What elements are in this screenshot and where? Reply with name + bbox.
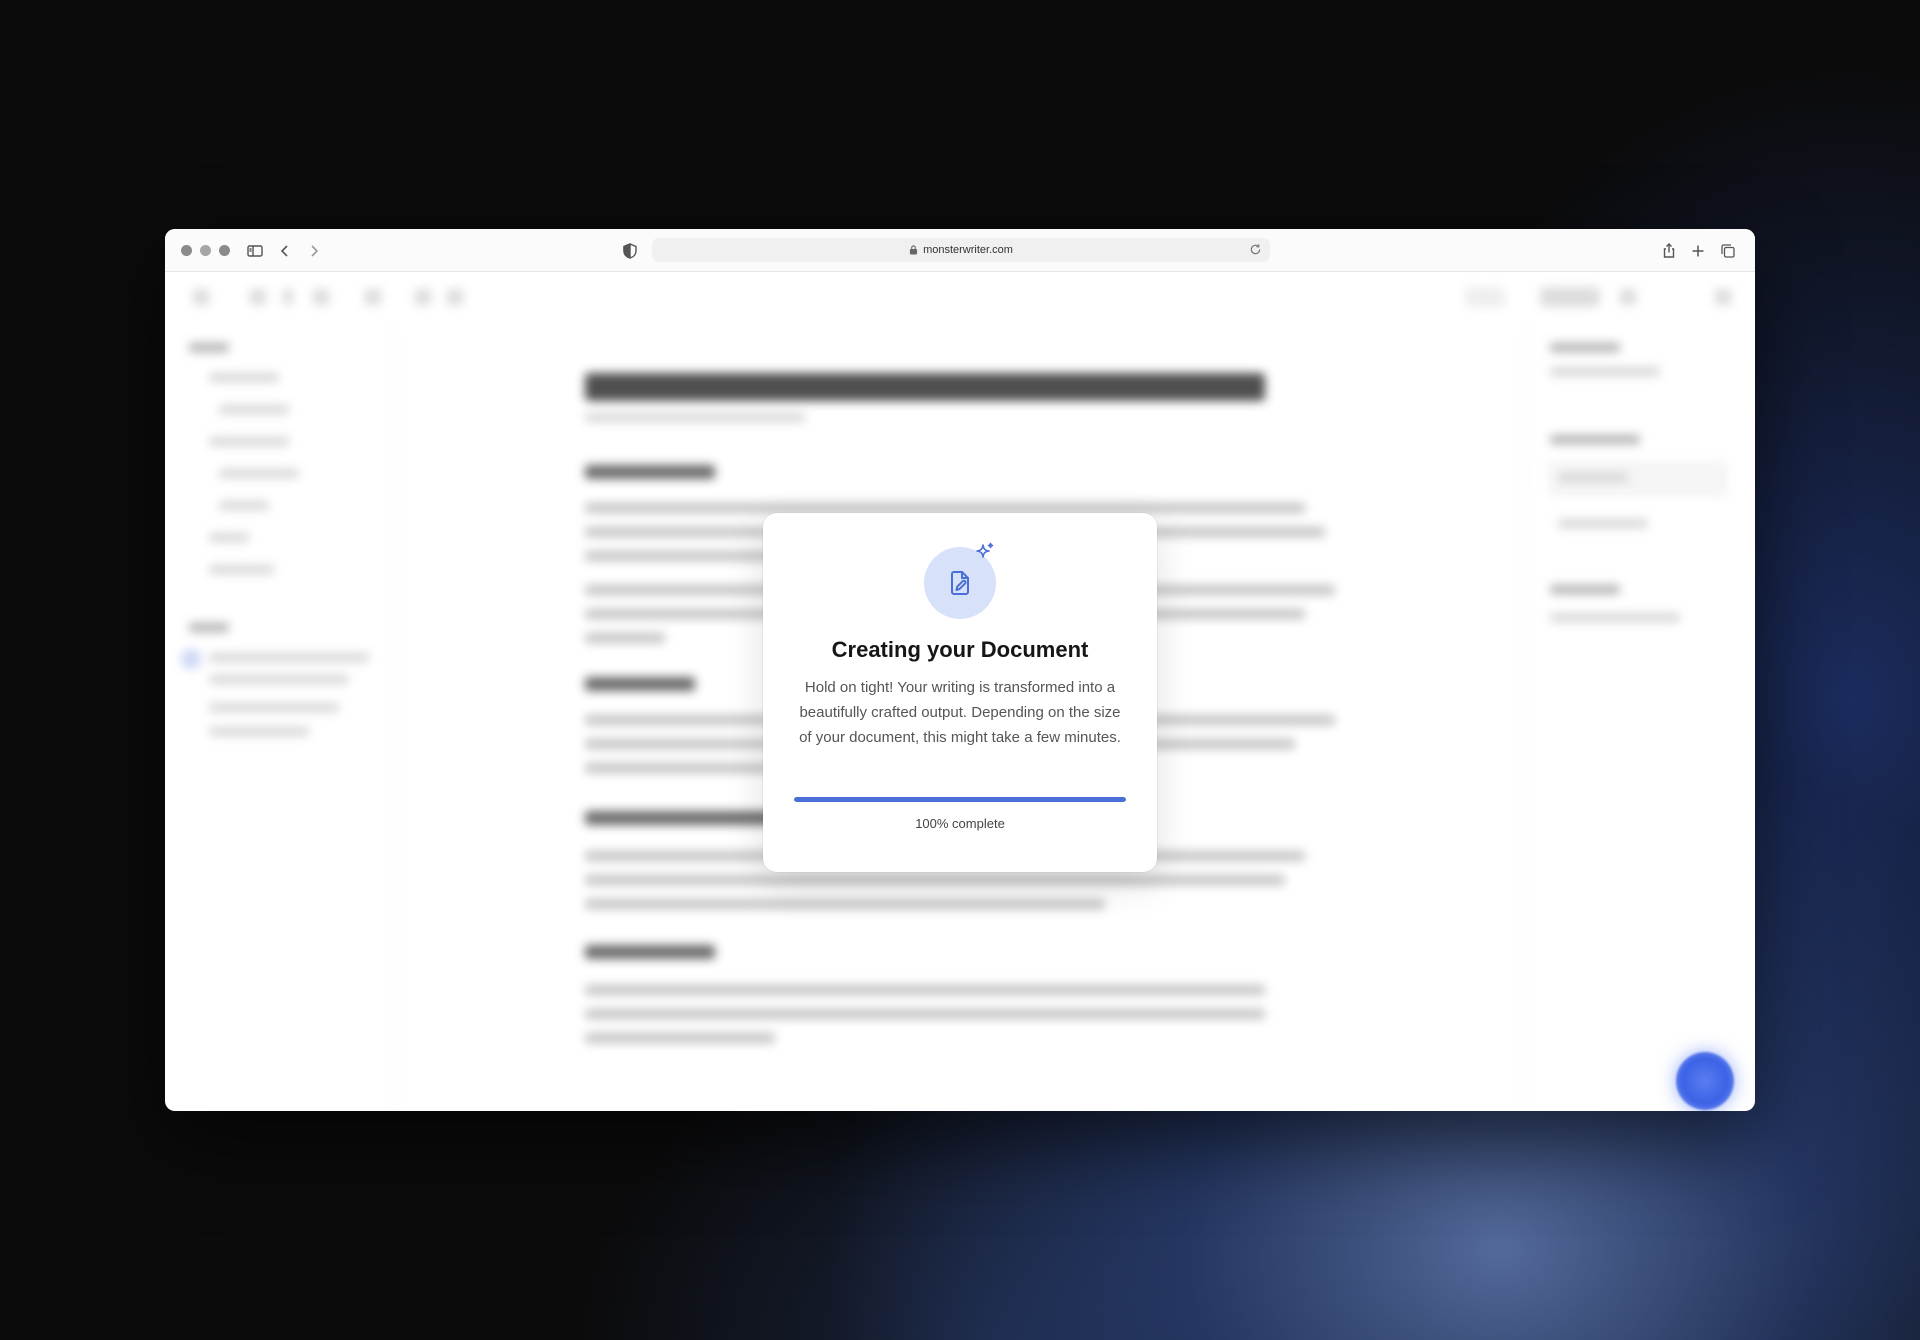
window-controls	[181, 245, 230, 256]
doc-meta-placeholder	[585, 413, 805, 422]
toolbar-placeholder	[1465, 287, 1505, 307]
outline-placeholder	[219, 469, 299, 478]
address-bar[interactable]: monsterwriter.com	[652, 238, 1270, 262]
doc-line-placeholder	[585, 763, 785, 773]
doc-line-placeholder	[585, 899, 1105, 909]
shield-icon[interactable]	[620, 241, 640, 261]
outline-placeholder	[209, 565, 274, 574]
toolbar-placeholder	[1620, 289, 1636, 305]
app-toolbar	[165, 273, 1755, 323]
tabs-overview-icon[interactable]	[1718, 241, 1738, 261]
comment-placeholder	[209, 653, 369, 662]
doc-line-placeholder	[585, 1009, 1265, 1019]
dialog-message: Hold on tight! Your writing is transform…	[799, 679, 1121, 746]
doc-heading-placeholder	[585, 945, 715, 959]
toolbar-placeholder	[193, 289, 209, 305]
doc-heading-placeholder	[585, 811, 775, 825]
doc-title-placeholder	[585, 373, 1265, 401]
doc-line-placeholder	[585, 633, 665, 643]
browser-titlebar: monsterwriter.com	[165, 229, 1755, 272]
toolbar-placeholder	[250, 289, 266, 305]
doc-heading-placeholder	[585, 465, 715, 479]
outline-sidebar	[165, 323, 395, 1111]
details-placeholder	[1550, 613, 1680, 622]
sidebar-toggle-icon[interactable]	[245, 241, 265, 261]
maximize-window-button[interactable]	[219, 245, 230, 256]
outline-placeholder	[189, 343, 229, 352]
outline-placeholder	[219, 501, 269, 510]
doc-heading-placeholder	[585, 677, 695, 691]
document-edit-icon	[945, 568, 975, 598]
comment-placeholder	[209, 675, 349, 684]
details-placeholder	[1558, 519, 1648, 528]
doc-line-placeholder	[585, 985, 1265, 995]
doc-line-placeholder	[585, 1033, 775, 1043]
avatar	[181, 649, 201, 669]
doc-line-placeholder	[585, 503, 1305, 513]
chevron-left-icon[interactable]	[275, 241, 295, 261]
lock-icon	[909, 245, 918, 255]
details-placeholder	[1550, 367, 1660, 376]
sparkle-icon	[974, 541, 996, 563]
progress-bar	[794, 797, 1126, 802]
toolbar-placeholder	[283, 289, 293, 305]
details-placeholder	[1550, 435, 1640, 444]
toolbar-placeholder	[415, 289, 431, 305]
comment-placeholder	[209, 727, 309, 736]
close-window-button[interactable]	[181, 245, 192, 256]
dialog-title: Creating your Document	[831, 637, 1089, 662]
comment-placeholder	[209, 703, 339, 712]
assistant-button[interactable]	[1676, 1052, 1734, 1110]
toolbar-placeholder	[313, 289, 329, 305]
minimize-window-button[interactable]	[200, 245, 211, 256]
toolbar-placeholder	[365, 289, 381, 305]
details-sidebar	[1525, 323, 1755, 1111]
details-placeholder	[1550, 343, 1620, 352]
plus-icon[interactable]	[1688, 241, 1708, 261]
outline-placeholder	[219, 405, 289, 414]
creating-document-dialog: Creating your Document Hold on tight! Yo…	[763, 513, 1157, 872]
doc-line-placeholder	[585, 875, 1285, 885]
chevron-right-icon[interactable]	[304, 241, 324, 261]
progress-label: 100% complete	[915, 816, 1005, 831]
outline-placeholder	[189, 623, 229, 632]
reload-icon[interactable]	[1249, 243, 1262, 256]
outline-placeholder	[209, 373, 279, 382]
toolbar-placeholder	[447, 289, 463, 305]
progress-fill	[794, 797, 1126, 802]
toolbar-placeholder	[1540, 287, 1600, 307]
url-text: monsterwriter.com	[923, 244, 1013, 256]
details-placeholder	[1558, 473, 1628, 482]
share-icon[interactable]	[1659, 241, 1679, 261]
details-placeholder	[1550, 585, 1620, 594]
toolbar-placeholder	[1715, 289, 1731, 305]
outline-placeholder	[209, 533, 249, 542]
outline-placeholder	[209, 437, 289, 446]
